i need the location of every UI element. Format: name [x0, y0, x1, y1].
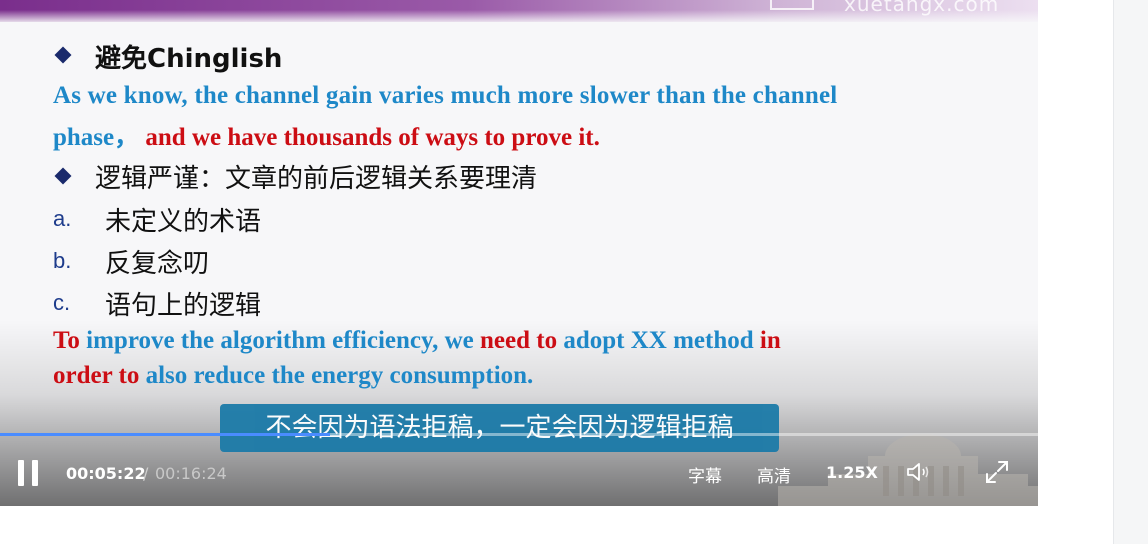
- example1-line1: As we know, the channel gain varies much…: [53, 82, 838, 109]
- list-item: 语句上的逻辑: [105, 291, 262, 321]
- volume-icon: [907, 463, 929, 481]
- example1-red-text: and we have thousands of ways to prove i…: [145, 124, 600, 151]
- list-item-letter: a.: [53, 206, 72, 231]
- bullet-diamond: [54, 167, 72, 185]
- video-player[interactable]: xuetangx.com 避免Chinglish As we know, the…: [0, 0, 1038, 506]
- fullscreen-button[interactable]: [984, 459, 1010, 485]
- speed-button[interactable]: 1.25X: [826, 463, 878, 482]
- watermark: xuetangx.com: [770, 0, 999, 16]
- subtitles-button[interactable]: 字幕: [688, 462, 722, 487]
- control-bar: 00:05:22 / 00:16:24 字幕 高清 1.25X: [0, 446, 1038, 500]
- volume-button[interactable]: [905, 460, 933, 484]
- pause-button[interactable]: [18, 460, 38, 486]
- fullscreen-icon: [986, 461, 1008, 483]
- right-sidebar: [1113, 0, 1148, 544]
- list-item-letter: c.: [53, 290, 71, 315]
- example2-line2: order to also reduce the energy consumpt…: [53, 362, 534, 389]
- subtitle-caption: 不会因为语法拒稿，一定会因为逻辑拒稿: [220, 404, 779, 452]
- list-item-letter: b.: [53, 248, 72, 273]
- pause-icon: [18, 460, 24, 486]
- slide-heading-chinglish: 避免Chinglish: [95, 44, 283, 74]
- example2-line1: To improve the algorithm efficiency, we …: [53, 327, 781, 354]
- quality-button[interactable]: 高清: [757, 462, 791, 487]
- example1-phase: phase，: [53, 124, 140, 151]
- progress-bar[interactable]: [0, 433, 1038, 436]
- current-time: 00:05:22: [66, 464, 146, 483]
- progress-fill: [0, 433, 331, 436]
- slide-heading-logic: 逻辑严谨：文章的前后逻辑关系要理清: [95, 164, 538, 194]
- list-item: 反复念叨: [105, 249, 210, 279]
- total-time: 00:16:24: [155, 464, 227, 483]
- bullet-diamond: [54, 46, 72, 64]
- list-item: 未定义的术语: [105, 207, 262, 237]
- time-separator: /: [143, 464, 149, 483]
- example1-line2: phase， and we have thousands of ways to …: [53, 117, 600, 153]
